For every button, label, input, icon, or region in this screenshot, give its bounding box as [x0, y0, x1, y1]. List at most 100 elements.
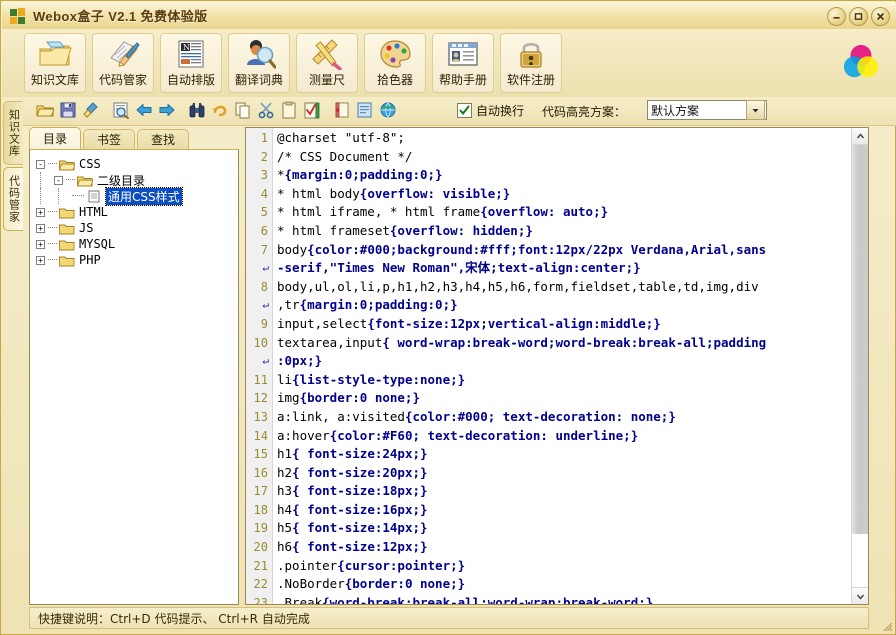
- side-tab-knowledge-base[interactable]: 知识文库: [3, 101, 23, 165]
- tree-node-sub-directory[interactable]: - 二级目录: [36, 172, 238, 188]
- code-line[interactable]: h1{ font-size:24px;}: [277, 445, 851, 464]
- tab-directory[interactable]: 目录: [29, 127, 82, 149]
- scroll-down-button[interactable]: [852, 587, 868, 604]
- magnifier-page-icon: [113, 102, 129, 119]
- back-button[interactable]: [133, 99, 155, 121]
- code-declaration: {cursor:pointer;}: [337, 557, 466, 573]
- code-line[interactable]: * html body{overflow: visible;}: [277, 185, 851, 204]
- scroll-up-button[interactable]: [852, 128, 868, 145]
- checklist-icon: [304, 102, 320, 119]
- editor-code-area[interactable]: @charset "utf-8";/* CSS Document */*{mar…: [273, 128, 851, 604]
- code-line[interactable]: li{list-style-type:none;}: [277, 371, 851, 390]
- code-editor[interactable]: 1 2 3 4 5 6 7 ↵ 8 ↵ 9 10 ↵ 11 12 13 14 15 16 17 18 19 20 21 22 23…: [245, 127, 869, 605]
- tree-toggle-icon[interactable]: +: [36, 223, 45, 233]
- highlight-scheme-select[interactable]: 默认方案: [647, 100, 767, 120]
- forward-button[interactable]: [156, 99, 178, 121]
- add-book-button[interactable]: [331, 99, 353, 121]
- tree-toggle-icon[interactable]: +: [36, 255, 45, 265]
- tree-node-js[interactable]: + JS: [36, 220, 238, 236]
- code-line[interactable]: *{margin:0;padding:0;}: [277, 166, 851, 185]
- checkbox-box[interactable]: [457, 103, 472, 118]
- vertical-tab-strip: 知识文库 代码管家: [3, 101, 25, 233]
- code-line[interactable]: :0px;}: [277, 352, 851, 371]
- tree-node-css[interactable]: - CSS: [36, 156, 238, 172]
- scrollbar-track[interactable]: [852, 145, 868, 587]
- notepad-button[interactable]: [354, 99, 376, 121]
- code-selector: h6: [277, 539, 293, 555]
- code-line[interactable]: a:link, a:visited{color:#000; text-decor…: [277, 408, 851, 427]
- code-line[interactable]: textarea,input{ word-wrap:break-word;wor…: [277, 334, 851, 353]
- line-number: 2: [260, 149, 268, 164]
- toolbar-button-auto-format[interactable]: N 自动排版: [160, 33, 222, 93]
- code-line[interactable]: body,ul,ol,li,p,h1,h2,h3,h4,h5,h6,form,f…: [277, 278, 851, 297]
- side-tab-code-manager[interactable]: 代码管家: [3, 167, 23, 231]
- application-window: Webox盒子 V2.1 免费体验版 知识文库 代码管家 N 自动排版 翻译词典…: [0, 0, 896, 635]
- code-line[interactable]: .pointer{cursor:pointer;}: [277, 557, 851, 576]
- tree-node-mysql[interactable]: + MYSQL: [36, 236, 238, 252]
- browser-button[interactable]: [377, 99, 399, 121]
- save-button[interactable]: [57, 99, 79, 121]
- code-line[interactable]: * html frameset{overflow: hidden;}: [277, 222, 851, 241]
- code-line[interactable]: h5{ font-size:14px;}: [277, 519, 851, 538]
- open-button[interactable]: [34, 99, 56, 121]
- folder-closed-icon: [59, 224, 75, 234]
- toolbar-button-translate[interactable]: 翻译词典: [228, 33, 290, 93]
- maximize-button[interactable]: [849, 7, 868, 26]
- toolbar-button-knowledge-base[interactable]: 知识文库: [24, 33, 86, 93]
- tree-toggle-icon[interactable]: +: [36, 207, 45, 217]
- code-line[interactable]: body{color:#000;background:#fff;font:12p…: [277, 241, 851, 260]
- paste-button[interactable]: [278, 99, 300, 121]
- code-declaration: { font-size:24px;}: [292, 446, 428, 462]
- find-button[interactable]: [186, 99, 208, 121]
- code-line[interactable]: h6{ font-size:12px;}: [277, 538, 851, 557]
- tree-node-php[interactable]: + PHP: [36, 252, 238, 268]
- toolbar-button-register[interactable]: 软件注册: [500, 33, 562, 93]
- tree-node-html[interactable]: + HTML: [36, 204, 238, 220]
- status-bar: 快捷键说明：Ctrl+D 代码提示、 Ctrl+R 自动完成: [29, 607, 869, 629]
- line-number: 21: [253, 558, 268, 573]
- code-line[interactable]: h2{ font-size:20px;}: [277, 464, 851, 483]
- preview-button[interactable]: [110, 99, 132, 121]
- code-line[interactable]: .NoBorder{border:0 none;}: [277, 575, 851, 594]
- close-button[interactable]: [871, 7, 890, 26]
- tree-toggle-icon[interactable]: +: [36, 239, 45, 249]
- tab-search[interactable]: 查找: [137, 129, 190, 149]
- toolbar-button-ruler[interactable]: 测量尺: [296, 33, 358, 93]
- code-line[interactable]: @charset "utf-8";: [277, 129, 851, 148]
- code-line[interactable]: /* CSS Document */: [277, 148, 851, 167]
- document-icon: [88, 190, 100, 202]
- code-line[interactable]: a:hover{color:#F60; text-decoration: und…: [277, 427, 851, 446]
- tab-bookmarks[interactable]: 书签: [83, 129, 136, 149]
- scrollbar-thumb[interactable]: [852, 145, 868, 534]
- code-line[interactable]: h4{ font-size:16px;}: [277, 501, 851, 520]
- editor-vertical-scrollbar[interactable]: [851, 128, 868, 604]
- toolbar-button-color-picker[interactable]: 拾色器: [364, 33, 426, 93]
- code-line[interactable]: ,tr{margin:0;padding:0;}: [277, 296, 851, 315]
- check-button[interactable]: [301, 99, 323, 121]
- clear-button[interactable]: [80, 99, 102, 121]
- copy-pages-icon: [235, 102, 250, 119]
- code-line[interactable]: .Break{word-break:break-all;word-wrap:br…: [277, 594, 851, 604]
- undo-button[interactable]: [209, 99, 231, 121]
- wrap-continuation-marker: ↵: [262, 354, 269, 368]
- tree-toggle-icon[interactable]: -: [36, 159, 45, 169]
- cut-button[interactable]: [255, 99, 277, 121]
- tree-toggle-icon[interactable]: -: [54, 175, 63, 185]
- code-line[interactable]: h3{ font-size:18px;}: [277, 482, 851, 501]
- toolbar-button-help-manual[interactable]: 帮助手册: [432, 33, 494, 93]
- code-line[interactable]: * html iframe, * html frame{overflow: au…: [277, 203, 851, 222]
- directory-tree-panel[interactable]: - CSS - 二级目录 通用CSS样式 + HTML + JS + MYSQL…: [29, 149, 239, 605]
- auto-wrap-checkbox[interactable]: 自动换行: [457, 102, 524, 119]
- code-declaration: { font-size:12px;}: [292, 539, 428, 555]
- code-line[interactable]: input,select{font-size:12px;vertical-ali…: [277, 315, 851, 334]
- arrow-right-icon: [159, 104, 175, 116]
- chevron-down-icon[interactable]: [746, 100, 765, 120]
- minimize-button[interactable]: [827, 7, 846, 26]
- toolbar-button-code-manager[interactable]: 代码管家: [92, 33, 154, 93]
- resize-grip-icon[interactable]: [883, 622, 893, 632]
- tree-node-common-css-style[interactable]: 通用CSS样式: [36, 186, 238, 206]
- code-line[interactable]: -serif,"Times New Roman",宋体;text-align:c…: [277, 259, 851, 278]
- copy-button[interactable]: [232, 99, 254, 121]
- code-line[interactable]: img{border:0 none;}: [277, 389, 851, 408]
- line-number: 13: [253, 409, 268, 424]
